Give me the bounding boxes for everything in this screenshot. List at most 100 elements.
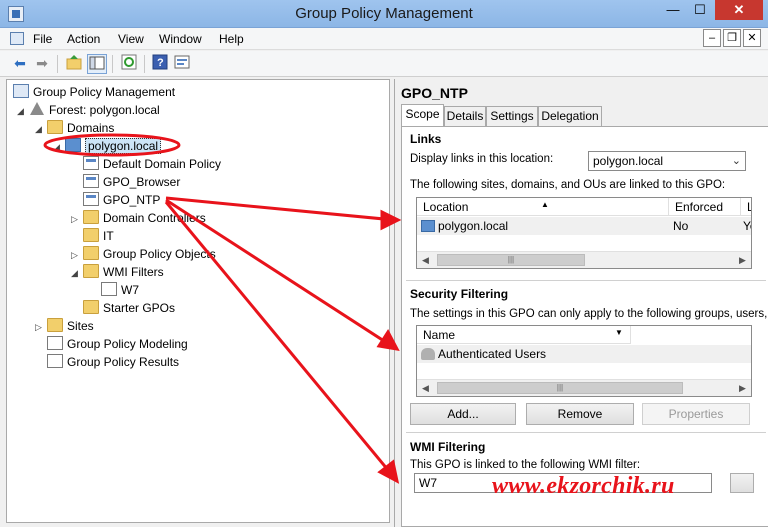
security-filtering-list[interactable]: Name ▼ Authenticated Users ◀ ||| ▶	[416, 325, 752, 397]
tree-item-default-domain-policy[interactable]: Default Domain Policy	[83, 155, 221, 173]
links-table[interactable]: Location ▲ Enforced Li polygon.local No …	[416, 197, 752, 269]
show-hide-console-tree-icon[interactable]	[87, 54, 107, 74]
table-row[interactable]: polygon.local No Ye	[417, 217, 751, 235]
tree-item-wmi-filters[interactable]: ◢ WMI Filters	[71, 263, 164, 281]
tab-settings[interactable]: Settings	[486, 106, 538, 126]
links-horizontal-scrollbar[interactable]: ◀ ||| ▶	[417, 251, 751, 268]
wmi-filtering-description: This GPO is linked to the following WMI …	[410, 459, 641, 471]
folder-icon	[83, 264, 99, 278]
tree-item-gpo-browser[interactable]: GPO_Browser	[83, 173, 180, 191]
link-enabled-cell: Ye	[743, 219, 751, 233]
column-header-name[interactable]: Name	[417, 326, 631, 344]
scroll-right-icon[interactable]: ▶	[734, 252, 751, 268]
tree-label: GPO_Browser	[103, 175, 181, 189]
sites-folder-icon	[47, 318, 63, 332]
tree-item-w7[interactable]: W7	[101, 281, 139, 299]
minimize-button[interactable]: —	[660, 0, 686, 20]
menu-file[interactable]: File	[33, 32, 52, 46]
tree-item-domains[interactable]: ◢ Domains	[35, 119, 114, 137]
domains-folder-icon	[47, 120, 63, 134]
tree-item-group-policy-modeling[interactable]: Group Policy Modeling	[47, 335, 188, 353]
close-button[interactable]: ✕	[715, 0, 763, 20]
tree-label: Group Policy Objects	[103, 247, 216, 261]
back-icon[interactable]: ⬅	[10, 54, 30, 74]
tree-item-polygon-local[interactable]: ◢ polygon.local	[53, 137, 162, 156]
tab-delegation[interactable]: Delegation	[538, 106, 602, 126]
toolbar-separator	[112, 55, 113, 73]
tree-item-group-policy-objects[interactable]: ▷ Group Policy Objects	[71, 245, 216, 263]
remove-button[interactable]: Remove	[526, 403, 634, 425]
links-heading: Links	[410, 132, 442, 146]
scroll-right-icon[interactable]: ▶	[734, 380, 751, 396]
collapse-icon[interactable]: ◢	[17, 102, 29, 120]
tree-label: Default Domain Policy	[103, 157, 222, 171]
gpo-link-icon	[83, 174, 99, 188]
maximize-button[interactable]: ☐	[687, 0, 713, 20]
scope-tab-panel: Links Display links in this location: po…	[401, 126, 768, 527]
toolbar-separator	[144, 55, 145, 73]
tree-label: IT	[103, 229, 114, 243]
mdi-close-button[interactable]: ✕	[743, 29, 761, 47]
principal-name: Authenticated Users	[438, 347, 547, 361]
tab-scope[interactable]: Scope	[401, 104, 444, 127]
tree-item-sites[interactable]: ▷ Sites	[35, 317, 94, 335]
tree-label: WMI Filters	[103, 265, 164, 279]
tree-label: Domains	[67, 121, 115, 135]
scroll-left-icon[interactable]: ◀	[417, 380, 434, 396]
mdi-minimize-button[interactable]: –	[703, 29, 721, 47]
section-divider	[406, 432, 766, 433]
tree-item-gpo-ntp[interactable]: GPO_NTP	[83, 191, 160, 209]
tree-label: Starter GPOs	[103, 301, 176, 315]
console-tree[interactable]: Group Policy Management ◢ Forest: polygon…	[6, 79, 390, 523]
menu-action[interactable]: Action	[67, 32, 100, 46]
tree-item-domain-controllers[interactable]: ▷ Domain Controllers	[71, 209, 206, 227]
tree-item-it[interactable]: IT	[83, 227, 114, 245]
menu-window[interactable]: Window	[159, 32, 202, 46]
refresh-icon[interactable]	[119, 54, 139, 74]
menu-view[interactable]: View	[118, 32, 144, 46]
gpm-icon	[13, 84, 29, 98]
section-divider	[406, 280, 766, 281]
location-dropdown-value: polygon.local	[593, 154, 664, 168]
help-icon[interactable]: ?	[150, 54, 170, 74]
open-wmi-filter-button[interactable]	[730, 473, 754, 493]
security-horizontal-scrollbar[interactable]: ◀ ||| ▶	[417, 379, 751, 396]
column-header-link-enabled[interactable]: Li	[741, 198, 751, 216]
properties-icon[interactable]	[172, 54, 192, 74]
tree-item-forest[interactable]: ◢ Forest: polygon.local	[17, 101, 160, 119]
scroll-left-icon[interactable]: ◀	[417, 252, 434, 268]
tree-item-starter-gpos[interactable]: Starter GPOs	[83, 299, 175, 317]
ou-folder-icon	[83, 210, 99, 224]
results-icon	[47, 354, 63, 368]
list-item[interactable]: Authenticated Users	[417, 345, 751, 363]
add-button[interactable]: Add...	[410, 403, 516, 425]
collapse-icon[interactable]: ◢	[71, 264, 83, 282]
collapse-icon[interactable]: ◢	[53, 138, 65, 156]
tree-item-root[interactable]: Group Policy Management	[13, 83, 175, 101]
system-menu-icon[interactable]	[10, 32, 24, 45]
forward-icon[interactable]: ➡	[32, 54, 52, 74]
tree-item-group-policy-results[interactable]: Group Policy Results	[47, 353, 179, 371]
chevron-down-icon: ⌄	[731, 155, 741, 167]
mdi-restore-button[interactable]: ❐	[723, 29, 741, 47]
menu-help[interactable]: Help	[219, 32, 244, 46]
expand-icon[interactable]: ▷	[35, 318, 47, 336]
forest-icon	[29, 102, 45, 116]
column-header-enforced[interactable]: Enforced	[669, 198, 741, 216]
up-folder-icon[interactable]	[64, 54, 84, 74]
menu-bar: File Action View Window Help	[0, 28, 768, 50]
expand-icon[interactable]: ▷	[71, 246, 83, 264]
tree-label: Sites	[67, 319, 94, 333]
folder-icon	[83, 246, 99, 260]
tab-details[interactable]: Details	[444, 106, 486, 126]
properties-button[interactable]: Properties	[642, 403, 750, 425]
details-pane: GPO_NTP Scope Details Settings Delegatio…	[394, 79, 768, 527]
tree-label: Domain Controllers	[103, 211, 206, 225]
collapse-icon[interactable]: ◢	[35, 120, 47, 138]
scroll-thumb[interactable]: |||	[437, 254, 585, 266]
scroll-thumb[interactable]: |||	[437, 382, 683, 394]
expand-icon[interactable]: ▷	[71, 210, 83, 228]
location-dropdown[interactable]: polygon.local ⌄	[588, 151, 746, 171]
tree-label: GPO_NTP	[103, 193, 161, 207]
title-bar: Group Policy Management — ☐ ✕	[0, 0, 768, 28]
